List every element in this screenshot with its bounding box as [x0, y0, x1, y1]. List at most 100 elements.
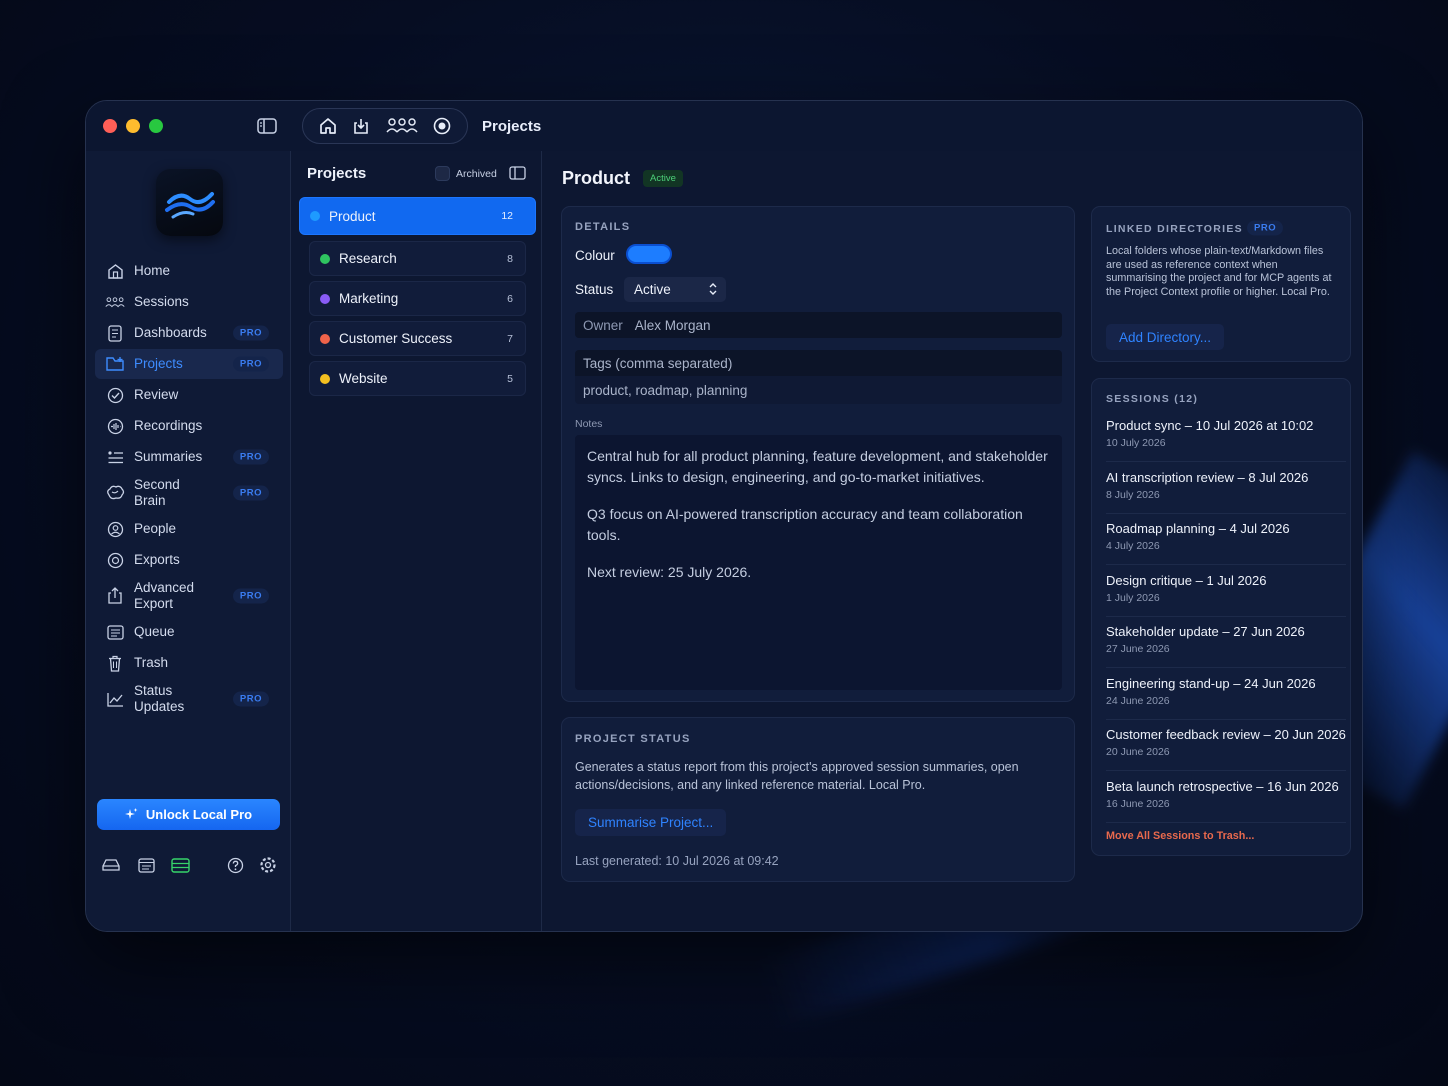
- details-section-title: DETAILS: [575, 221, 631, 233]
- projects-icon: [105, 355, 125, 373]
- session-title: Beta launch retrospective – 16 Jun 2026: [1106, 778, 1339, 794]
- recordings-icon: [105, 417, 125, 435]
- project-status-card: PROJECT STATUS Generates a status report…: [561, 717, 1075, 882]
- exports-icon: [105, 551, 125, 569]
- sidebar-item-trash[interactable]: Trash: [95, 648, 283, 678]
- details-card: DETAILS Colour Status Active Owner Alex …: [561, 206, 1075, 702]
- sidebar-item-projects[interactable]: Projects PRO: [95, 349, 283, 379]
- people-group-icon[interactable]: [385, 116, 419, 136]
- archived-checkbox[interactable]: [435, 166, 450, 181]
- session-row[interactable]: Beta launch retrospective – 16 Jun 2026 1…: [1106, 779, 1346, 823]
- archived-toggle[interactable]: Archived: [435, 166, 497, 181]
- project-detail: Product Active DETAILS Colour Status Act…: [543, 151, 1362, 931]
- import-icon[interactable]: [351, 116, 371, 136]
- sidebar-item-status-updates[interactable]: Status Updates PRO: [95, 679, 283, 719]
- sidebar-item-dashboards[interactable]: Dashboards PRO: [95, 318, 283, 348]
- close-window-button[interactable]: [103, 119, 117, 133]
- storage-icon[interactable]: [169, 855, 191, 875]
- sidebar-item-people[interactable]: People: [95, 514, 283, 544]
- session-row[interactable]: Customer feedback review – 20 Jun 2026 20…: [1106, 727, 1346, 771]
- project-color-dot: [320, 253, 330, 264]
- project-color-dot: [320, 373, 330, 384]
- project-name: Product: [329, 208, 376, 224]
- project-item-product[interactable]: Product 12: [299, 197, 536, 235]
- sidebar-item-sessions[interactable]: Sessions: [95, 287, 283, 317]
- sidebar-item-exports[interactable]: Exports: [95, 545, 283, 575]
- chevron-up-down-icon: [709, 283, 717, 295]
- help-icon[interactable]: [224, 855, 246, 875]
- project-session-count: 6: [507, 292, 513, 305]
- move-all-sessions-to-trash-button[interactable]: Move All Sessions to Trash...: [1106, 830, 1254, 842]
- unlock-local-pro-button[interactable]: Unlock Local Pro: [97, 799, 280, 830]
- sidebar-item-label: Projects: [134, 356, 183, 371]
- status-select[interactable]: Active: [624, 277, 726, 302]
- sidebar-item-advanced-export[interactable]: Advanced Export PRO: [95, 576, 283, 616]
- trash-icon: [105, 654, 125, 672]
- settings-gear-icon[interactable]: [257, 855, 279, 875]
- sidebar-item-queue[interactable]: Queue: [95, 617, 283, 647]
- home-icon[interactable]: [318, 116, 338, 136]
- owner-field[interactable]: Owner Alex Morgan: [575, 312, 1062, 338]
- pro-badge: PRO: [232, 356, 269, 372]
- project-item-website[interactable]: Website 5: [309, 361, 526, 396]
- sidebar-item-home[interactable]: Home: [95, 256, 283, 286]
- session-date: 1 July 2026: [1106, 591, 1160, 604]
- project-color-dot: [320, 333, 330, 344]
- project-item-marketing[interactable]: Marketing 6: [309, 281, 526, 316]
- tags-input[interactable]: product, roadmap, planning: [575, 376, 1062, 404]
- session-row[interactable]: Stakeholder update – 27 Jun 2026 27 June …: [1106, 624, 1346, 668]
- sidebar-item-recordings[interactable]: Recordings: [95, 411, 283, 441]
- project-session-count: 5: [507, 372, 513, 385]
- sidebar-item-label: Summaries: [134, 449, 203, 464]
- sidebar-item-summaries[interactable]: Summaries PRO: [95, 442, 283, 472]
- linked-directories-title: LINKED DIRECTORIES: [1106, 223, 1243, 235]
- sessions-icon: [105, 293, 125, 311]
- zoom-window-button[interactable]: [149, 119, 163, 133]
- window-controls: [103, 119, 163, 133]
- session-date: 10 July 2026: [1106, 437, 1166, 449]
- add-directory-button[interactable]: Add Directory...: [1106, 324, 1225, 350]
- sidebar-item-label: Sessions: [134, 294, 189, 309]
- sidebar-item-label: Review: [134, 387, 179, 402]
- session-row[interactable]: Design critique – 1 Jul 2026 1 July 2026: [1106, 573, 1346, 617]
- minimize-window-button[interactable]: [126, 119, 140, 133]
- sidebar-item-label: Dashboards: [134, 325, 207, 340]
- inspector-toggle-icon[interactable]: [509, 166, 526, 180]
- projects-pane-title: Projects: [307, 165, 367, 182]
- project-item-customer-success[interactable]: Customer Success 7: [309, 321, 526, 356]
- home-icon: [105, 262, 125, 280]
- notes-textarea[interactable]: Central hub for all product planning, fe…: [575, 435, 1062, 690]
- session-row[interactable]: Product sync – 10 Jul 2026 at 10:02 10 Ju…: [1106, 418, 1346, 462]
- pro-badge: PRO: [232, 485, 269, 501]
- linked-directories-description: Local folders whose plain-text/Markdown …: [1106, 245, 1332, 298]
- session-date: 20 June 2026: [1106, 746, 1170, 758]
- dashboards-icon: [105, 324, 125, 342]
- colour-picker[interactable]: [626, 244, 672, 264]
- project-item-research[interactable]: Research 8: [309, 241, 526, 276]
- summarise-project-button[interactable]: Summarise Project...: [575, 809, 727, 836]
- session-row[interactable]: Engineering stand-up – 24 Jun 2026 24 Jun…: [1106, 676, 1346, 720]
- session-row[interactable]: AI transcription review – 8 Jul 2026 8 Ju…: [1106, 470, 1346, 514]
- project-session-count: 12: [501, 210, 513, 222]
- log-icon[interactable]: [135, 855, 157, 875]
- record-icon[interactable]: [432, 116, 452, 136]
- sidebar-item-review[interactable]: Review: [95, 380, 283, 410]
- session-title: AI transcription review – 8 Jul 2026: [1106, 469, 1309, 485]
- sidebar-item-label: Trash: [134, 655, 169, 670]
- sidebar-item-second-brain[interactable]: Second Brain PRO: [95, 473, 283, 513]
- sidebar: Home Sessions Dashboards PRO Projects PR…: [86, 151, 291, 931]
- owner-label: Owner: [583, 317, 623, 333]
- sidebar-item-label: Exports: [134, 552, 180, 567]
- project-name: Customer Success: [339, 331, 453, 346]
- sidebar-toggle-icon[interactable]: [257, 117, 277, 135]
- notes-paragraph: Q3 focus on AI-powered transcription acc…: [587, 506, 1023, 543]
- sidebar-item-label: Second Brain: [134, 477, 180, 508]
- status-label: Status: [575, 282, 614, 297]
- advanced-export-icon: [105, 587, 125, 605]
- unlock-label: Unlock Local Pro: [145, 807, 253, 822]
- projects-list-pane: Projects Archived Product 12 Research 8 Mark…: [292, 151, 542, 931]
- session-date: 4 July 2026: [1106, 540, 1160, 552]
- session-title: Roadmap planning – 4 Jul 2026: [1106, 521, 1290, 536]
- drive-icon[interactable]: [100, 855, 122, 875]
- session-row[interactable]: Roadmap planning – 4 Jul 2026 4 July 2026: [1106, 521, 1346, 565]
